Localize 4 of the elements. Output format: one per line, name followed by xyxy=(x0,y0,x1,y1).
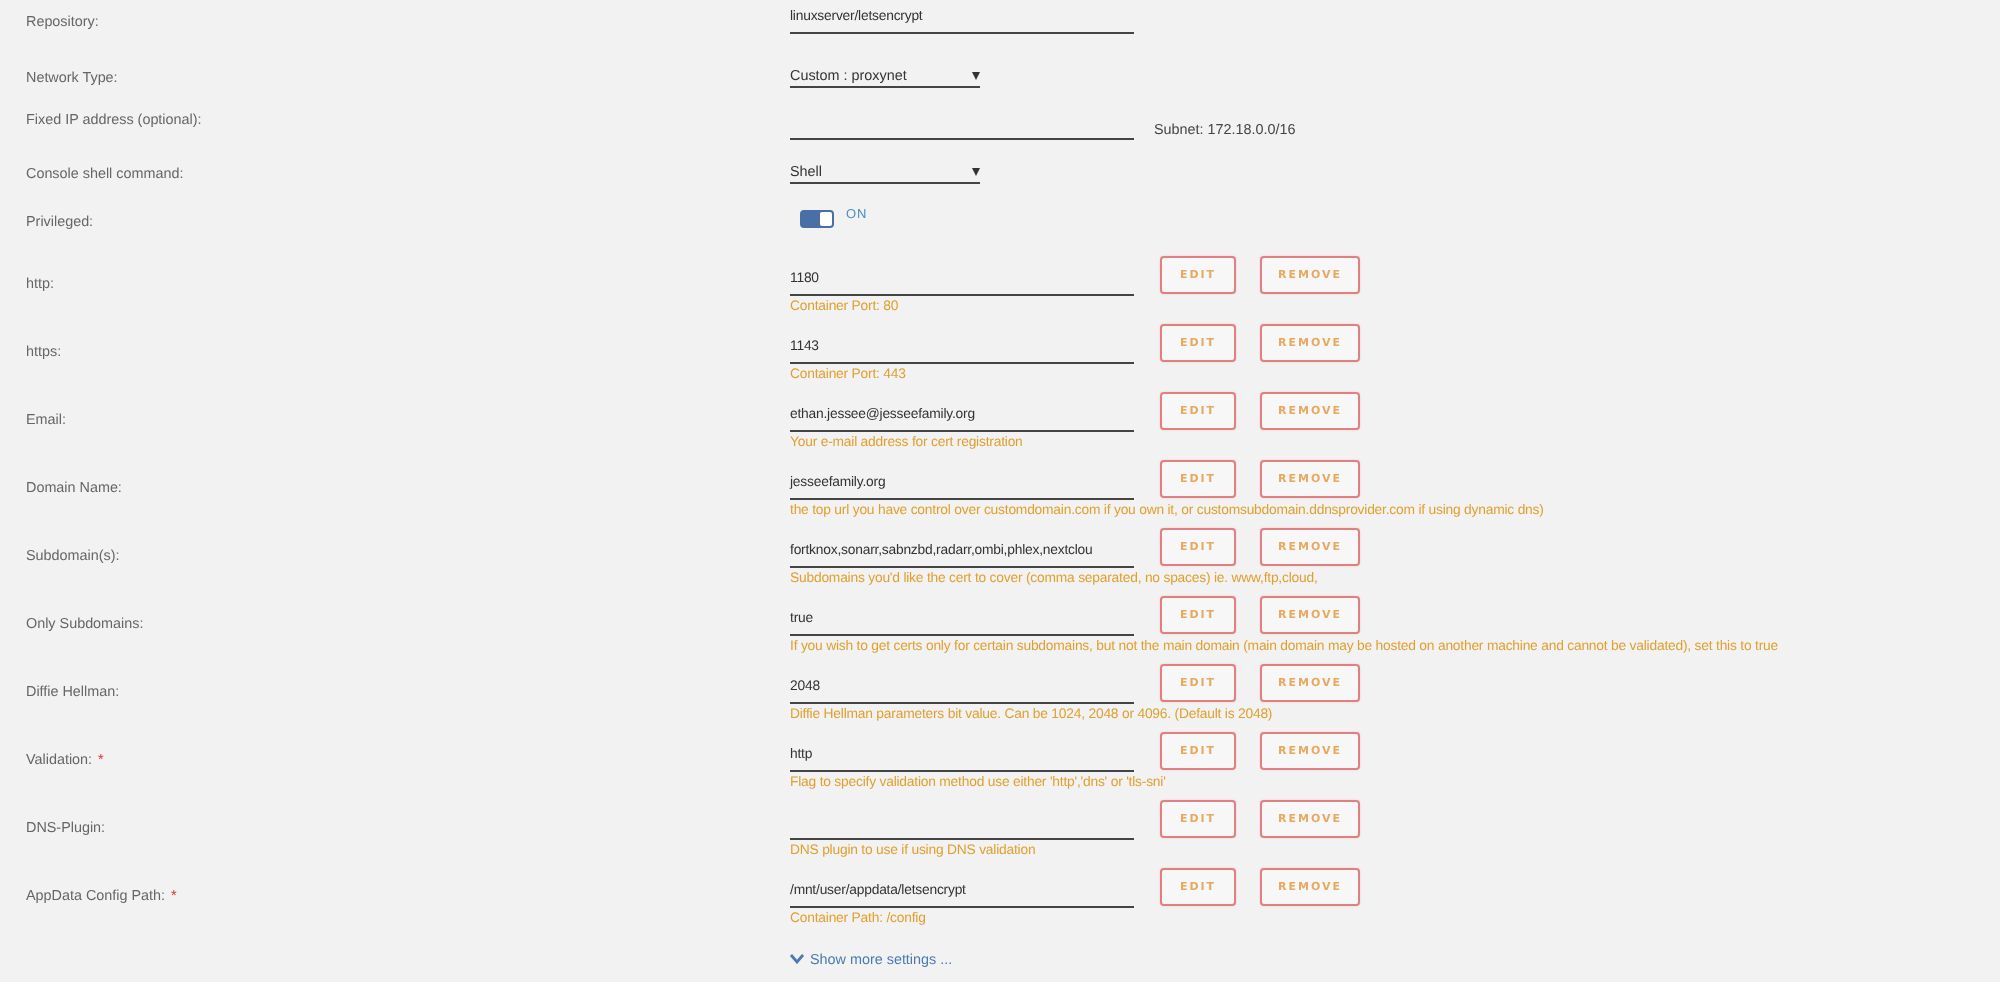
caret-icon xyxy=(972,168,980,176)
caret-icon xyxy=(972,72,980,80)
toggle-switch[interactable] xyxy=(800,210,834,228)
chevron-down-icon xyxy=(790,954,804,964)
